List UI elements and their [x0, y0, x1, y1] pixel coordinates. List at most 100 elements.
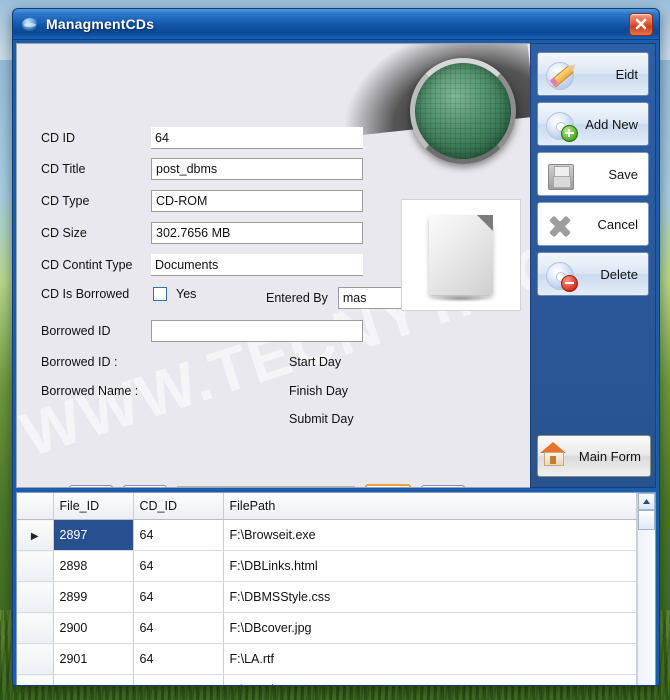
cell-filepath[interactable]: F:\LA.rtf	[223, 643, 637, 675]
cell-cd-id[interactable]: 64	[133, 674, 224, 685]
table-row[interactable]: 2899 64 F:\DBMSStyle.css	[17, 581, 637, 613]
borrowed-name-static-label: Borrowed Name :	[41, 384, 139, 398]
field-row-cd-title: CD Title post_dbms	[41, 158, 363, 180]
floppy-icon	[546, 160, 576, 190]
row-selector-cell[interactable]	[17, 612, 54, 644]
cell-file-id[interactable]: 2900	[53, 612, 134, 644]
last-record-button[interactable]: >>|	[421, 485, 465, 487]
cd-contint-type-label: CD Contint Type	[41, 258, 133, 272]
cd-title-label: CD Title	[41, 162, 86, 176]
cd-size-input[interactable]: 302.7656 MB	[151, 222, 363, 244]
cell-filepath[interactable]: F:\Browseit.exe	[223, 519, 637, 551]
main-form-button[interactable]: Main Form	[537, 435, 651, 477]
window-title: ManagmentCDs	[46, 16, 155, 32]
x-mark-icon	[546, 210, 576, 240]
finish-day-label: Finish Day	[289, 384, 349, 398]
entered-by-label: Entered By	[266, 291, 328, 305]
column-header-filepath[interactable]: FilePath	[223, 493, 637, 520]
cd-is-borrowed-checkbox[interactable]	[153, 287, 167, 301]
cell-cd-id[interactable]: 64	[133, 581, 224, 613]
field-row-borrowed-id: Borrowed ID	[41, 320, 363, 342]
green-disc-icon	[410, 58, 516, 164]
delete-button-label: Delete	[600, 266, 638, 282]
cell-file-id[interactable]: 2897	[53, 519, 134, 551]
first-record-button[interactable]: |<<	[69, 485, 113, 487]
row-marker-icon: ▶	[30, 531, 39, 542]
record-counter: CD No : 18 Of 18	[177, 486, 355, 487]
start-day-static: Start Day	[289, 355, 341, 369]
next-record-button[interactable]: >	[365, 484, 411, 487]
document-page-icon	[429, 215, 493, 302]
delete-button[interactable]: Delete	[537, 252, 649, 296]
cd-is-borrowed-label: CD Is Borrowed	[41, 287, 130, 301]
cell-file-id[interactable]: 2901	[53, 643, 134, 675]
grid-vertical-scrollbar[interactable]	[637, 493, 655, 685]
vertical-scroll-track[interactable]	[638, 530, 655, 685]
grid-scroll-area: File_ID CD_ID FilePath ▶ 2897 64 F:\Browsei…	[17, 493, 637, 685]
row-selector-cell[interactable]	[17, 643, 54, 675]
row-selector-cell[interactable]	[17, 674, 54, 685]
table-body: ▶ 2897 64 F:\Browseit.exe 2898 64 F:\DBLinks.h…	[17, 519, 637, 685]
row-selector-cell[interactable]: ▶	[17, 519, 54, 551]
submit-day-static: Submit Day	[289, 412, 354, 426]
row-selector-cell[interactable]	[17, 550, 54, 582]
column-header-cd-id[interactable]: CD_ID	[133, 493, 224, 520]
cd-id-input[interactable]: 64	[151, 127, 363, 149]
row-selector-header	[17, 493, 54, 520]
cd-add-icon	[546, 110, 578, 142]
borrowed-id-static: Borrowed ID :	[41, 355, 117, 369]
field-row-cd-size: CD Size 302.7656 MB	[41, 222, 363, 244]
finish-day-static: Finish Day	[289, 384, 348, 398]
table-row[interactable]: ▶ 2897 64 F:\Browseit.exe	[17, 519, 637, 551]
application-window: ManagmentCDs WWW.TECNYT.COM CD ID 64 CD …	[12, 8, 660, 686]
field-row-cd-is-borrowed: CD Is Borrowed Yes	[41, 287, 196, 301]
files-table: File_ID CD_ID FilePath ▶ 2897 64 F:\Browsei…	[17, 493, 637, 685]
table-row[interactable]: 290264F:\Readme.txt	[17, 674, 637, 685]
table-row[interactable]: 2898 64 F:\DBLinks.html	[17, 550, 637, 582]
add-new-button[interactable]: Add New	[537, 102, 649, 146]
cd-title-input[interactable]: post_dbms	[151, 158, 363, 180]
table-header-row: File_ID CD_ID FilePath	[17, 493, 637, 520]
cd-type-input[interactable]: CD-ROM	[151, 190, 363, 212]
cell-file-id[interactable]: 2902	[53, 674, 134, 685]
globe-icon	[21, 15, 39, 33]
cell-filepath[interactable]: F:\Readme.txt	[223, 674, 637, 685]
borrowed-id-label: Borrowed ID	[41, 324, 111, 338]
cd-edit-icon	[546, 60, 576, 90]
previous-record-button[interactable]: <	[123, 485, 167, 487]
column-header-file-id[interactable]: File_ID	[53, 493, 134, 520]
cell-cd-id[interactable]: 64	[133, 643, 224, 675]
vertical-scroll-thumb[interactable]	[638, 510, 655, 530]
cell-filepath[interactable]: F:\DBcover.jpg	[223, 612, 637, 644]
cell-cd-id[interactable]: 64	[133, 519, 224, 551]
edit-button[interactable]: Eidt	[537, 52, 649, 96]
row-selector-cell[interactable]	[17, 581, 54, 613]
scroll-up-icon[interactable]	[638, 493, 655, 510]
cd-type-label: CD Type	[41, 194, 90, 208]
cell-file-id[interactable]: 2899	[53, 581, 134, 613]
save-button[interactable]: Save	[537, 152, 649, 196]
table-row[interactable]: 2900 64 F:\DBcover.jpg	[17, 612, 637, 644]
cancel-button[interactable]: Cancel	[537, 202, 649, 246]
cell-filepath[interactable]: F:\DBLinks.html	[223, 550, 637, 582]
upper-section: WWW.TECNYT.COM CD ID 64 CD Title post_db…	[13, 40, 659, 488]
borrowed-id-static-label: Borrowed ID :	[41, 355, 118, 369]
cd-delete-icon	[546, 260, 578, 292]
cd-preview-box	[401, 199, 521, 311]
main-form-button-label: Main Form	[578, 448, 641, 464]
close-icon[interactable]	[629, 13, 653, 36]
table-row[interactable]: 2901 64 F:\LA.rtf	[17, 643, 637, 675]
borrowed-id-input[interactable]	[151, 320, 363, 342]
cd-contint-type-input[interactable]: Documents	[151, 254, 363, 276]
files-grid: File_ID CD_ID FilePath ▶ 2897 64 F:\Browsei…	[16, 492, 656, 685]
cell-filepath[interactable]: F:\DBMSStyle.css	[223, 581, 637, 613]
cell-file-id[interactable]: 2898	[53, 550, 134, 582]
cancel-button-label: Cancel	[597, 216, 638, 232]
edit-button-label: Eidt	[615, 66, 638, 82]
cell-cd-id[interactable]: 64	[133, 550, 224, 582]
title-bar: ManagmentCDs	[13, 9, 659, 40]
cell-cd-id[interactable]: 64	[133, 612, 224, 644]
submit-day-label: Submit Day	[289, 412, 354, 426]
add-new-button-label: Add New	[585, 116, 638, 132]
cd-size-label: CD Size	[41, 226, 87, 240]
